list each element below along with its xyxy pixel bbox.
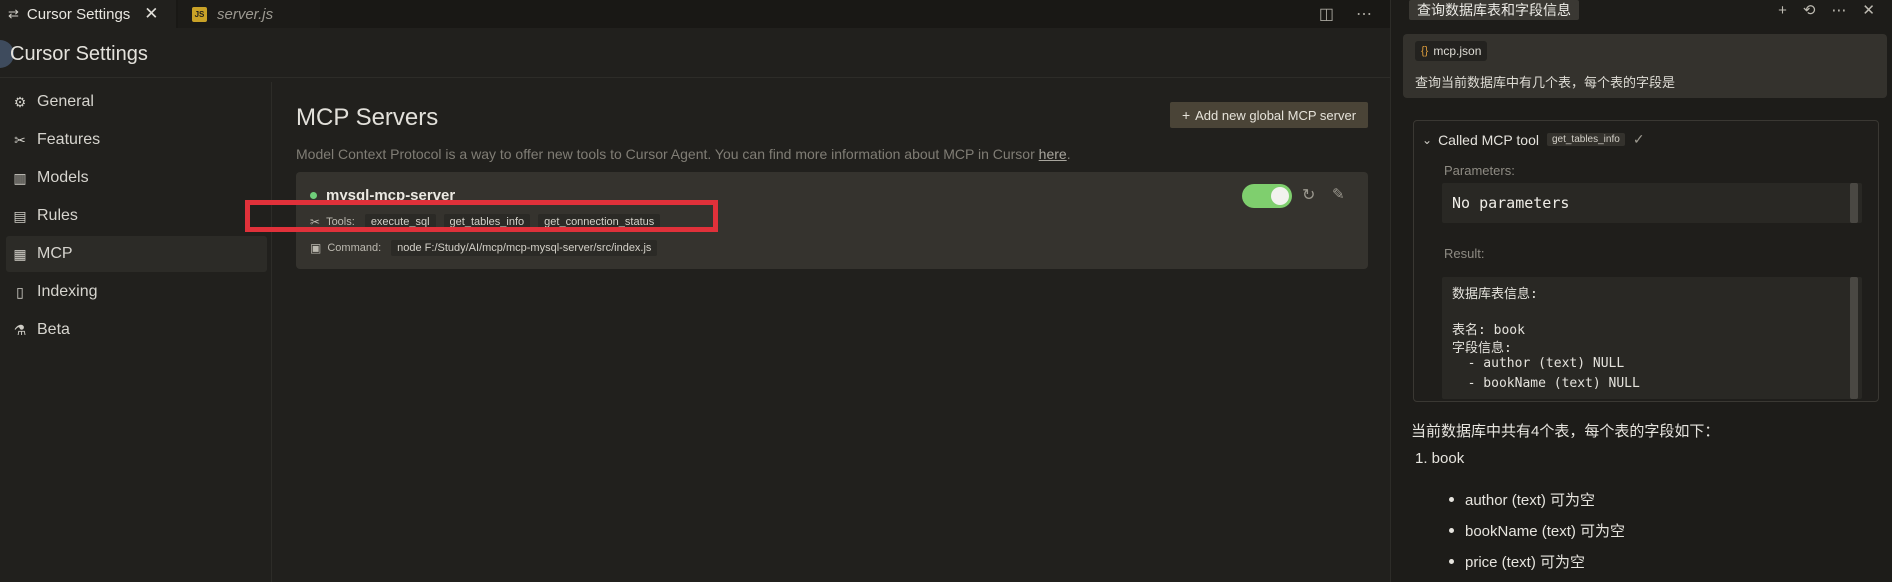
bar-chart-icon: ▥: [13, 169, 27, 186]
server-enable-toggle[interactable]: [1242, 184, 1292, 208]
settings-sidebar: ⚙ General ✂ Features ▥ Models ▤ Rules ▦ …: [0, 82, 272, 582]
chat-actions: + ⟲ ⋯ ✕: [1778, 0, 1875, 20]
sidebar-item-label: General: [37, 93, 94, 110]
json-file-icon: {}: [1421, 45, 1429, 57]
assistant-answer-intro: 当前数据库中共有4个表，每个表的字段如下：: [1411, 423, 1720, 440]
result-line: - author (text) NULL: [1452, 356, 1625, 371]
file-chip-label: mcp.json: [1433, 44, 1482, 58]
chat-panel: 查询数据库表和字段信息 + ⟲ ⋯ ✕ {} mcp.json 查询当前数据库中…: [1390, 0, 1892, 582]
tab-label: server.js: [217, 5, 274, 23]
settings-header: Cursor Settings: [0, 28, 1390, 78]
command-label: Command:: [327, 242, 382, 254]
sidebar-item-label: Rules: [37, 207, 78, 224]
check-icon: ✓: [1632, 131, 1645, 147]
tab-bar-actions: ◫ ⋯: [1319, 0, 1372, 28]
server-command-row: ▣ Command: node F:/Study/AI/mcp/mcp-mysq…: [310, 240, 665, 256]
js-file-icon: JS: [192, 6, 207, 22]
sidebar-item-mcp[interactable]: ▦ MCP: [6, 236, 267, 272]
history-icon[interactable]: ⟲: [1803, 1, 1816, 19]
user-message[interactable]: {} mcp.json 查询当前数据库中有几个表，每个表的字段是: [1403, 34, 1887, 98]
plus-icon: +: [1181, 107, 1191, 123]
close-icon[interactable]: ✕: [144, 4, 158, 24]
parameters-box: No parameters: [1442, 183, 1862, 223]
scrollbar[interactable]: [1850, 277, 1858, 399]
chat-header: 查询数据库表和字段信息 + ⟲ ⋯ ✕: [1391, 0, 1892, 24]
tool-call-label: Called MCP tool: [1438, 131, 1539, 148]
split-editor-icon[interactable]: ◫: [1319, 4, 1334, 24]
mcp-tool-call-card: ⌄ Called MCP tool get_tables_info ✓ Para…: [1413, 120, 1879, 402]
scrollbar[interactable]: [1850, 183, 1858, 223]
sidebar-item-label: Features: [37, 131, 101, 148]
list-item: price (text) 可为空: [1449, 546, 1869, 577]
description-end: .: [1066, 146, 1071, 162]
section-description: Model Context Protocol is a way to offer…: [296, 146, 1071, 162]
context-file-chip[interactable]: {} mcp.json: [1415, 41, 1488, 61]
chat-tab[interactable]: 查询数据库表和字段信息: [1409, 0, 1579, 20]
tools-icon: ✂: [14, 131, 26, 148]
sidebar-item-models[interactable]: ▥ Models: [6, 160, 267, 196]
list-item: bookName (text) 可为空: [1449, 515, 1869, 546]
description-text: Model Context Protocol is a way to offer…: [296, 146, 1039, 162]
tool-name-chip: get_tables_info: [1546, 133, 1625, 146]
page-title: Cursor Settings: [10, 43, 148, 65]
sidebar-item-rules[interactable]: ▤ Rules: [6, 198, 267, 234]
terminal-icon: ▣: [310, 241, 322, 255]
result-line: 表名: book: [1452, 323, 1525, 338]
status-indicator: [310, 192, 317, 199]
gear-icon: ⚙: [13, 93, 27, 110]
mcp-docs-link[interactable]: here: [1039, 146, 1067, 162]
tab-server-js[interactable]: JS server.js: [178, 0, 320, 28]
editor-area: ⇄ Cursor Settings ✕ JS server.js ◫ ⋯ Cur…: [0, 0, 1390, 582]
sidebar-item-label: Indexing: [37, 283, 98, 300]
sidebar-item-general[interactable]: ⚙ General: [6, 84, 267, 120]
sidebar-item-label: Models: [37, 169, 89, 186]
tool-call-header[interactable]: ⌄ Called MCP tool get_tables_info ✓: [1422, 131, 1645, 148]
sidebar-item-indexing[interactable]: ▯ Indexing: [6, 274, 267, 310]
button-label: Add new global MCP server: [1195, 107, 1357, 123]
result-label: Result:: [1444, 246, 1485, 261]
sidebar-item-beta[interactable]: ⚗ Beta: [6, 312, 267, 348]
tab-bar: ⇄ Cursor Settings ✕ JS server.js ◫ ⋯: [0, 0, 1390, 28]
parameters-label: Parameters:: [1444, 163, 1515, 178]
mcp-server-card: mysql-mcp-server ↻ ✎ ✂ Tools: execute_sq…: [245, 172, 1368, 269]
list-item: author (text) 可为空: [1449, 484, 1869, 515]
edit-icon[interactable]: ✎: [1332, 185, 1345, 203]
refresh-icon[interactable]: ↻: [1302, 185, 1315, 205]
toggle-knob: [1271, 187, 1289, 205]
result-line: 字段信息:: [1452, 341, 1512, 356]
result-box: 数据库表信息: 表名: book 字段信息: - author (text) N…: [1442, 277, 1862, 399]
annotation-highlight-box: [245, 200, 718, 232]
tab-cursor-settings[interactable]: ⇄ Cursor Settings ✕: [0, 0, 176, 28]
sidebar-item-label: Beta: [37, 321, 70, 338]
document-icon: ▤: [13, 207, 27, 224]
settings-sliders-icon: ⇄: [8, 6, 19, 21]
add-global-mcp-server-button[interactable]: + Add new global MCP server: [1170, 102, 1368, 128]
flask-icon: ⚗: [13, 321, 27, 338]
sidebar-item-label: MCP: [37, 245, 73, 262]
answer-bullets: author (text) 可为空 bookName (text) 可为空 pr…: [1449, 484, 1869, 577]
database-icon: ▯: [16, 283, 24, 300]
chevron-down-icon[interactable]: ⌄: [1422, 133, 1432, 147]
more-icon[interactable]: ⋯: [1356, 4, 1372, 24]
plus-icon[interactable]: +: [1778, 2, 1787, 19]
server-icon: ▦: [13, 245, 27, 262]
parameters-value: No parameters: [1452, 194, 1570, 212]
command-value: node F:/Study/AI/mcp/mcp-mysql-server/sr…: [391, 240, 658, 256]
more-icon[interactable]: ⋯: [1831, 1, 1846, 19]
close-icon[interactable]: ✕: [1862, 1, 1875, 19]
user-message-text: 查询当前数据库中有几个表，每个表的字段是: [1415, 75, 1676, 90]
answer-list-item: 1. book: [1415, 450, 1465, 467]
section-title: MCP Servers: [296, 104, 439, 131]
sidebar-item-features[interactable]: ✂ Features: [6, 122, 267, 158]
tab-label: Cursor Settings: [26, 5, 131, 23]
result-line: - bookName (text) NULL: [1452, 376, 1640, 391]
result-line: 数据库表信息:: [1452, 287, 1538, 302]
